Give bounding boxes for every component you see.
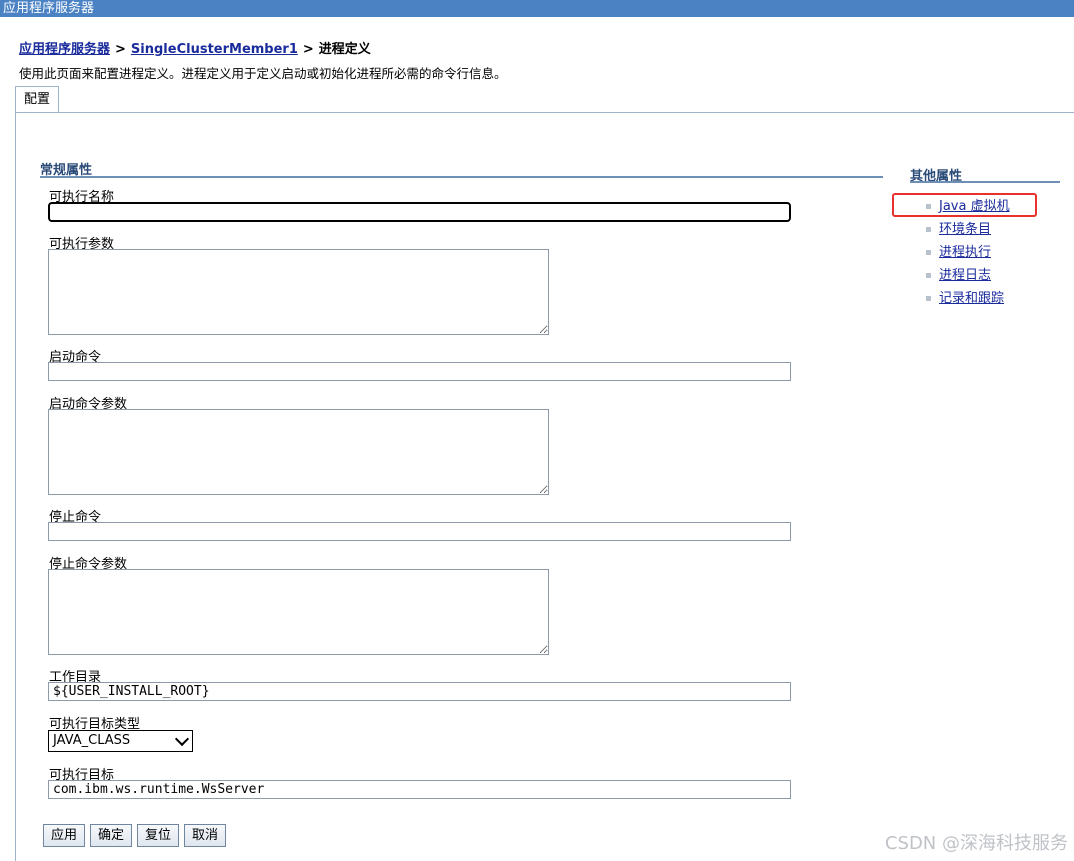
breadcrumb: 应用程序服务器 > SingleClusterMember1 > 进程定义 xyxy=(19,38,371,57)
target-input[interactable] xyxy=(48,780,791,799)
tab-divider xyxy=(15,112,1074,113)
process-logs-link[interactable]: 进程日志 xyxy=(939,268,991,283)
chevron-down-icon xyxy=(174,731,190,747)
page-description: 使用此页面来配置进程定义。进程定义用于定义启动或初始化进程所必需的命令行信息。 xyxy=(19,66,507,81)
tab-configuration[interactable]: 配置 xyxy=(15,86,60,112)
watermark: CSDN @深海科技服务 xyxy=(884,833,1068,854)
breadcrumb-app-servers-link[interactable]: 应用程序服务器 xyxy=(19,42,110,57)
env-entries-link[interactable]: 环境条目 xyxy=(939,222,991,237)
target-type-select[interactable]: JAVA_CLASS xyxy=(48,730,193,752)
logging-tracing-link[interactable]: 记录和跟踪 xyxy=(939,291,1004,306)
general-properties-rule xyxy=(40,176,883,178)
breadcrumb-member-link[interactable]: SingleClusterMember1 xyxy=(131,42,298,57)
side-item-env-entries: 环境条目 xyxy=(926,218,991,237)
side-item-logging-tracing: 记录和跟踪 xyxy=(926,287,1004,306)
breadcrumb-current: 进程定义 xyxy=(318,42,371,57)
start-cmd-input[interactable] xyxy=(48,362,791,381)
process-execution-link[interactable]: 进程执行 xyxy=(939,245,991,260)
additional-properties-rule xyxy=(910,181,1060,183)
breadcrumb-separator: > xyxy=(115,42,126,57)
bullet-icon xyxy=(926,273,931,278)
cancel-button[interactable]: 取消 xyxy=(184,824,226,847)
side-item-process-execution: 进程执行 xyxy=(926,241,991,260)
annotation-highlight-box xyxy=(892,193,1037,217)
target-type-selected-value: JAVA_CLASS xyxy=(53,733,131,748)
exec-name-input[interactable] xyxy=(48,202,791,222)
stop-args-textarea[interactable] xyxy=(48,569,549,655)
panel-border xyxy=(15,112,16,861)
bullet-icon xyxy=(926,250,931,255)
stop-cmd-input[interactable] xyxy=(48,522,791,541)
work-dir-input[interactable] xyxy=(48,682,791,701)
reset-button[interactable]: 复位 xyxy=(137,824,179,847)
apply-button[interactable]: 应用 xyxy=(43,824,85,847)
start-args-textarea[interactable] xyxy=(48,409,549,495)
side-item-process-logs: 进程日志 xyxy=(926,264,991,283)
ok-button[interactable]: 确定 xyxy=(90,824,132,847)
exec-args-textarea[interactable] xyxy=(48,249,549,335)
bullet-icon xyxy=(926,227,931,232)
bullet-icon xyxy=(926,296,931,301)
window-title-bar: 应用程序服务器 xyxy=(0,0,1074,17)
breadcrumb-separator: > xyxy=(302,42,314,57)
